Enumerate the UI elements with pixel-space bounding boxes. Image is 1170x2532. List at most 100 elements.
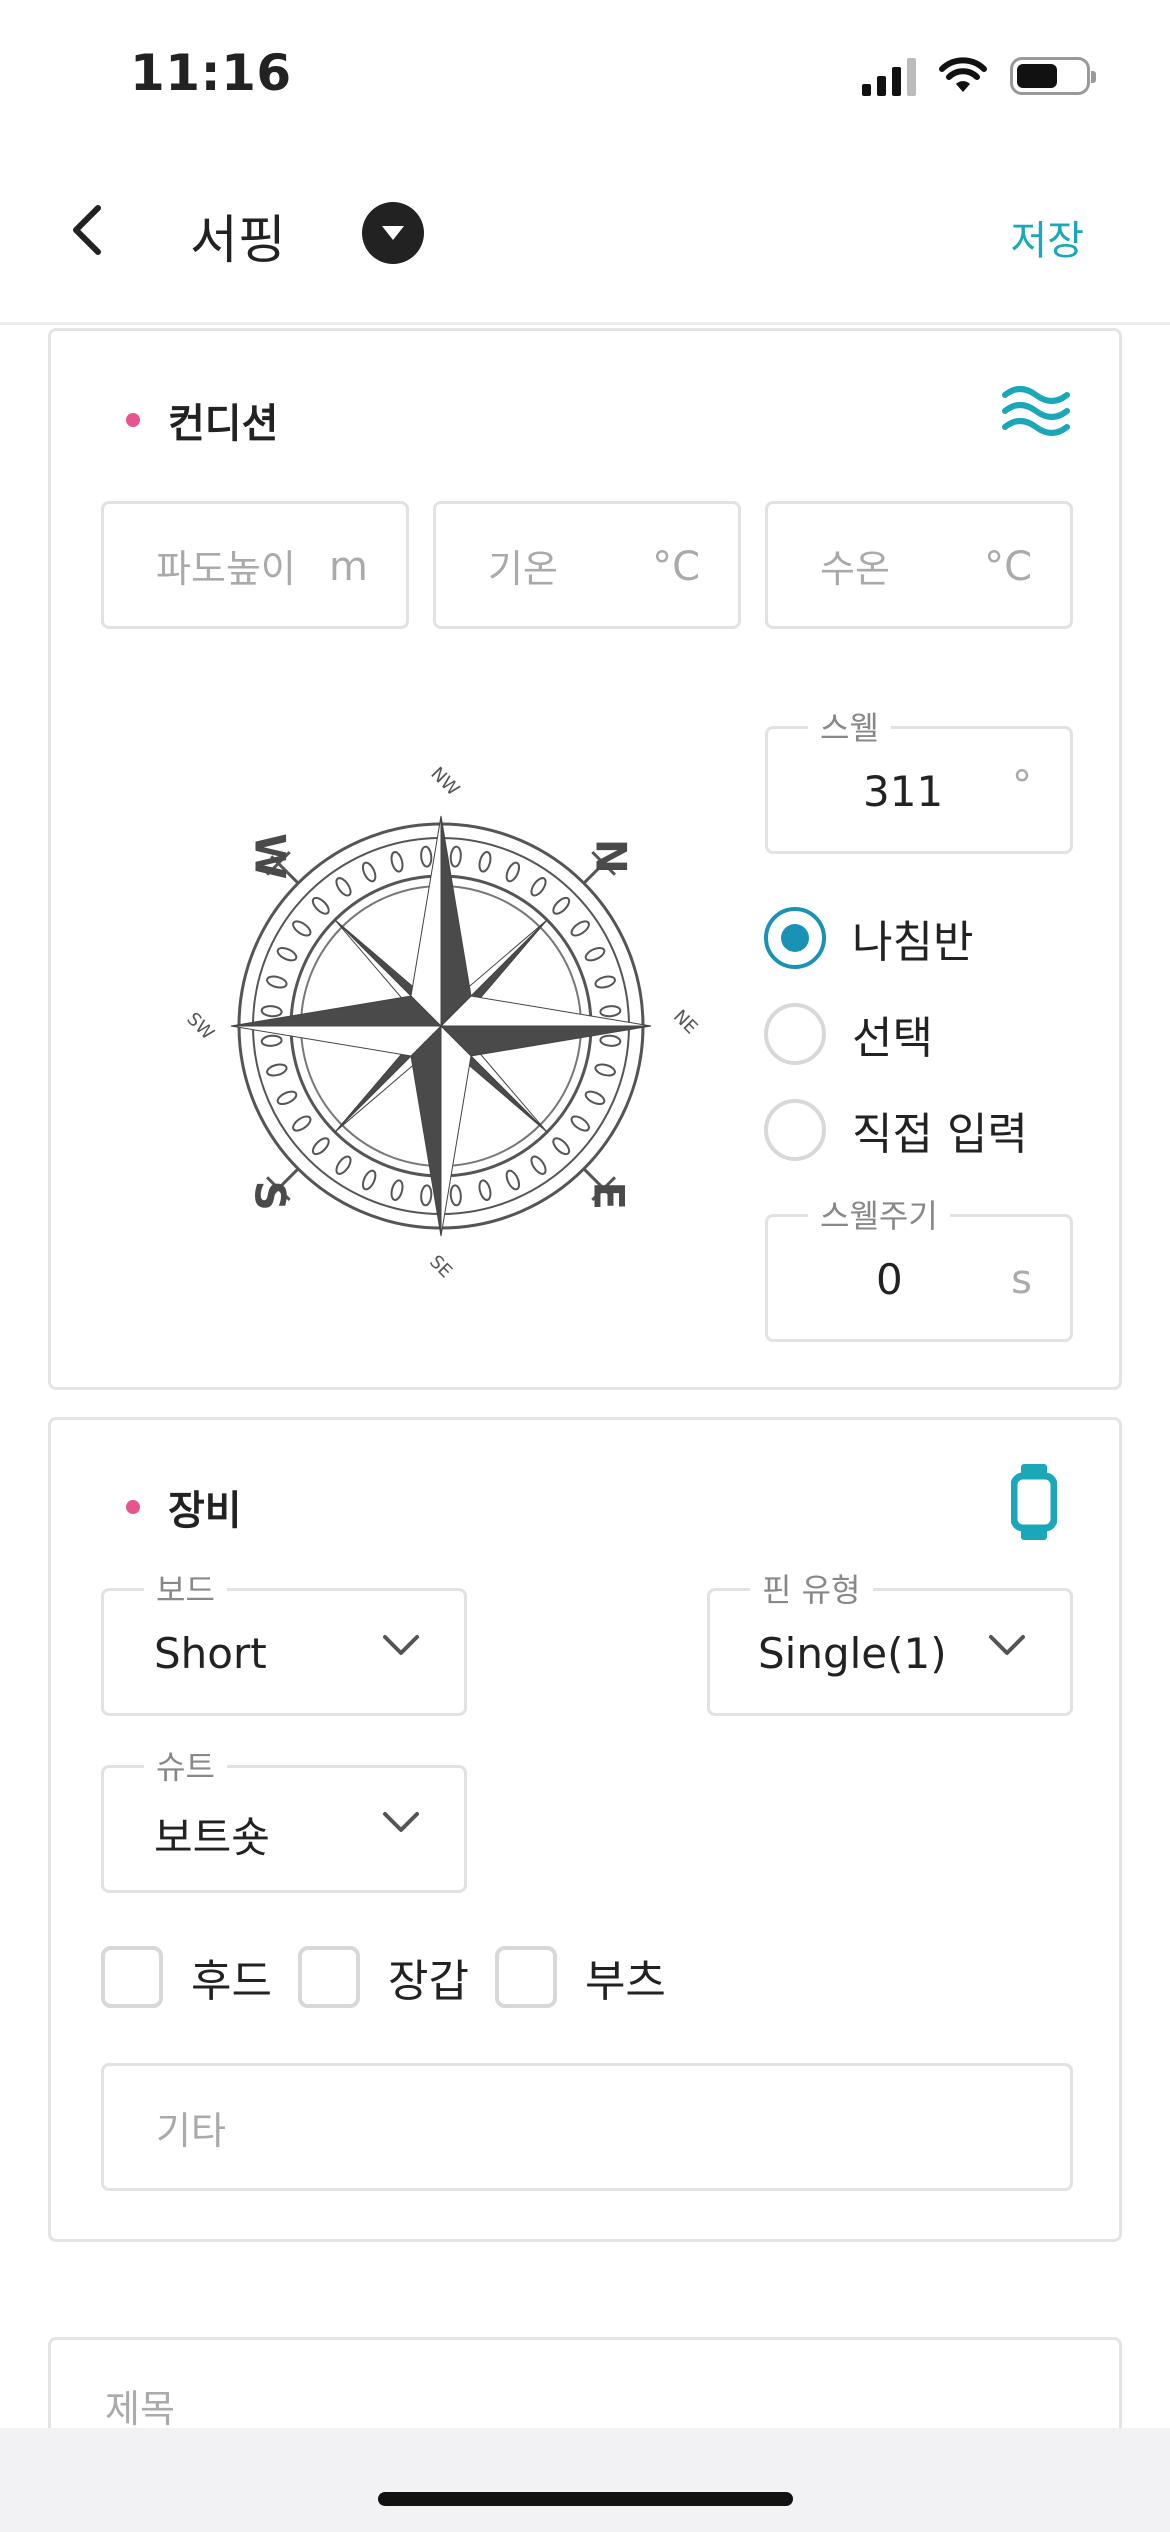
compass-bead	[505, 1169, 521, 1191]
back-button[interactable]	[58, 200, 118, 260]
compass-bead	[276, 1090, 298, 1106]
compass-label-se: SE	[425, 1251, 456, 1282]
compass-label-nw: NW	[426, 763, 463, 800]
wifi-icon	[939, 57, 987, 92]
swell-period-unit: s	[1011, 1257, 1032, 1303]
radio-select[interactable]: 선택	[764, 1002, 933, 1066]
status-time: 11:16	[130, 44, 292, 102]
conditions-header: 컨디션	[126, 391, 278, 449]
compass-bead	[594, 1063, 616, 1077]
compass-bead	[505, 861, 521, 883]
swell-value: 311	[863, 767, 944, 816]
caret-down-icon	[382, 226, 404, 240]
accessory-checkboxes: 후드 장갑 부츠	[101, 1945, 692, 2009]
compass-bead	[266, 975, 288, 989]
wave-height-input[interactable]: 파도높이 m	[101, 501, 409, 629]
page-title: 서핑	[190, 211, 286, 271]
swell-period-input[interactable]: 스웰주기 0 s	[765, 1191, 1073, 1342]
water-temp-placeholder: 수온	[820, 547, 890, 591]
radio-manual[interactable]: 직접 입력	[764, 1098, 1028, 1162]
radio-compass[interactable]: 나침반	[764, 906, 973, 970]
chevron-down-icon	[989, 1635, 1025, 1655]
chevron-down-icon	[383, 1635, 419, 1655]
cellular-signal-icon	[862, 56, 916, 96]
board-value: Short	[154, 1629, 267, 1678]
conditions-card: 컨디션 파도높이 m 기온 °C 수온 °C N E S W NE SE SW …	[48, 328, 1122, 1390]
swell-label: 스웰	[808, 703, 891, 749]
equipment-title: 장비	[168, 1488, 242, 1534]
water-temp-input[interactable]: 수온 °C	[765, 501, 1073, 629]
compass-bead	[552, 1137, 571, 1156]
compass-bead	[390, 851, 404, 873]
compass-label-sw: SW	[182, 1009, 218, 1045]
compass-bead	[570, 1115, 590, 1132]
compass-bead	[266, 1063, 288, 1077]
compass-bead	[478, 1179, 492, 1201]
compass-bead	[599, 1005, 622, 1018]
compass-label-ne: NE	[669, 1006, 701, 1038]
status-icons	[862, 56, 1096, 96]
compass-letter-e: E	[585, 1181, 634, 1210]
battery-icon	[1010, 57, 1096, 95]
save-button[interactable]: 저장	[1010, 208, 1084, 266]
compass-bead	[276, 946, 298, 962]
board-label: 보드	[144, 1565, 227, 1611]
fin-type-value: Single(1)	[758, 1629, 947, 1678]
boots-checkbox[interactable]	[494, 1946, 557, 2008]
compass-dial[interactable]: N E S W NE SE SW NW	[161, 746, 721, 1306]
gloves-checkbox[interactable]	[297, 1946, 360, 2008]
compass-bead	[420, 845, 433, 868]
water-temp-unit: °C	[984, 544, 1032, 590]
air-temp-placeholder: 기온	[488, 547, 558, 591]
title-placeholder: 제목	[105, 2387, 175, 2431]
board-select[interactable]: 보드 Short	[101, 1565, 467, 1716]
compass-bead	[552, 896, 571, 915]
compass-bead	[478, 851, 492, 873]
compass-bead	[260, 1034, 283, 1047]
radio-button[interactable]	[764, 907, 826, 969]
compass-bead	[530, 1155, 547, 1175]
radio-label-select: 선택	[852, 1013, 933, 1064]
compass-bead	[361, 1169, 377, 1191]
swell-period-value: 0	[876, 1255, 903, 1304]
compass-bead	[599, 1034, 622, 1047]
compass-bead	[449, 845, 462, 868]
home-indicator[interactable]	[378, 2492, 793, 2506]
compass-bead	[292, 1115, 312, 1132]
fin-type-label: 핀 유형	[750, 1565, 873, 1611]
suit-select[interactable]: 슈트 보트숏	[101, 1742, 467, 1893]
compass-letter-w: W	[245, 833, 294, 879]
activity-dropdown-button[interactable]	[362, 202, 424, 264]
compass-bead	[584, 1090, 606, 1106]
hood-checkbox[interactable]	[101, 1946, 163, 2008]
compass-bead	[311, 1137, 330, 1156]
waves-icon	[1002, 386, 1070, 436]
fin-type-select[interactable]: 핀 유형 Single(1)	[707, 1565, 1073, 1716]
compass-letter-s: S	[245, 1181, 294, 1211]
compass-bead	[292, 920, 312, 937]
compass-bead	[449, 1184, 462, 1207]
conditions-title: 컨디션	[168, 401, 279, 447]
compass-bead	[530, 877, 547, 897]
radio-button[interactable]	[764, 1099, 826, 1161]
compass-bead	[361, 861, 377, 883]
compass-bead	[570, 920, 590, 937]
compass-bead	[335, 877, 352, 897]
compass-letter-n: N	[587, 839, 636, 874]
swell-direction-input[interactable]: 스웰 311 °	[765, 703, 1073, 854]
radio-label-compass: 나침반	[852, 917, 974, 968]
compass-bead	[260, 1005, 283, 1018]
chevron-left-icon	[73, 205, 101, 255]
suit-value: 보트숏	[154, 1813, 270, 1862]
etc-input[interactable]: 기타	[101, 2063, 1073, 2191]
radio-label-manual: 직접 입력	[852, 1109, 1028, 1160]
gloves-label: 장갑	[387, 1956, 469, 2007]
wave-height-placeholder: 파도높이	[156, 547, 296, 591]
compass-bead	[584, 946, 606, 962]
compass-bead	[390, 1179, 404, 1201]
wave-height-unit: m	[329, 544, 368, 590]
swell-unit: °	[1012, 763, 1032, 809]
radio-button[interactable]	[764, 1003, 826, 1065]
section-dot	[126, 413, 140, 427]
air-temp-input[interactable]: 기온 °C	[433, 501, 741, 629]
